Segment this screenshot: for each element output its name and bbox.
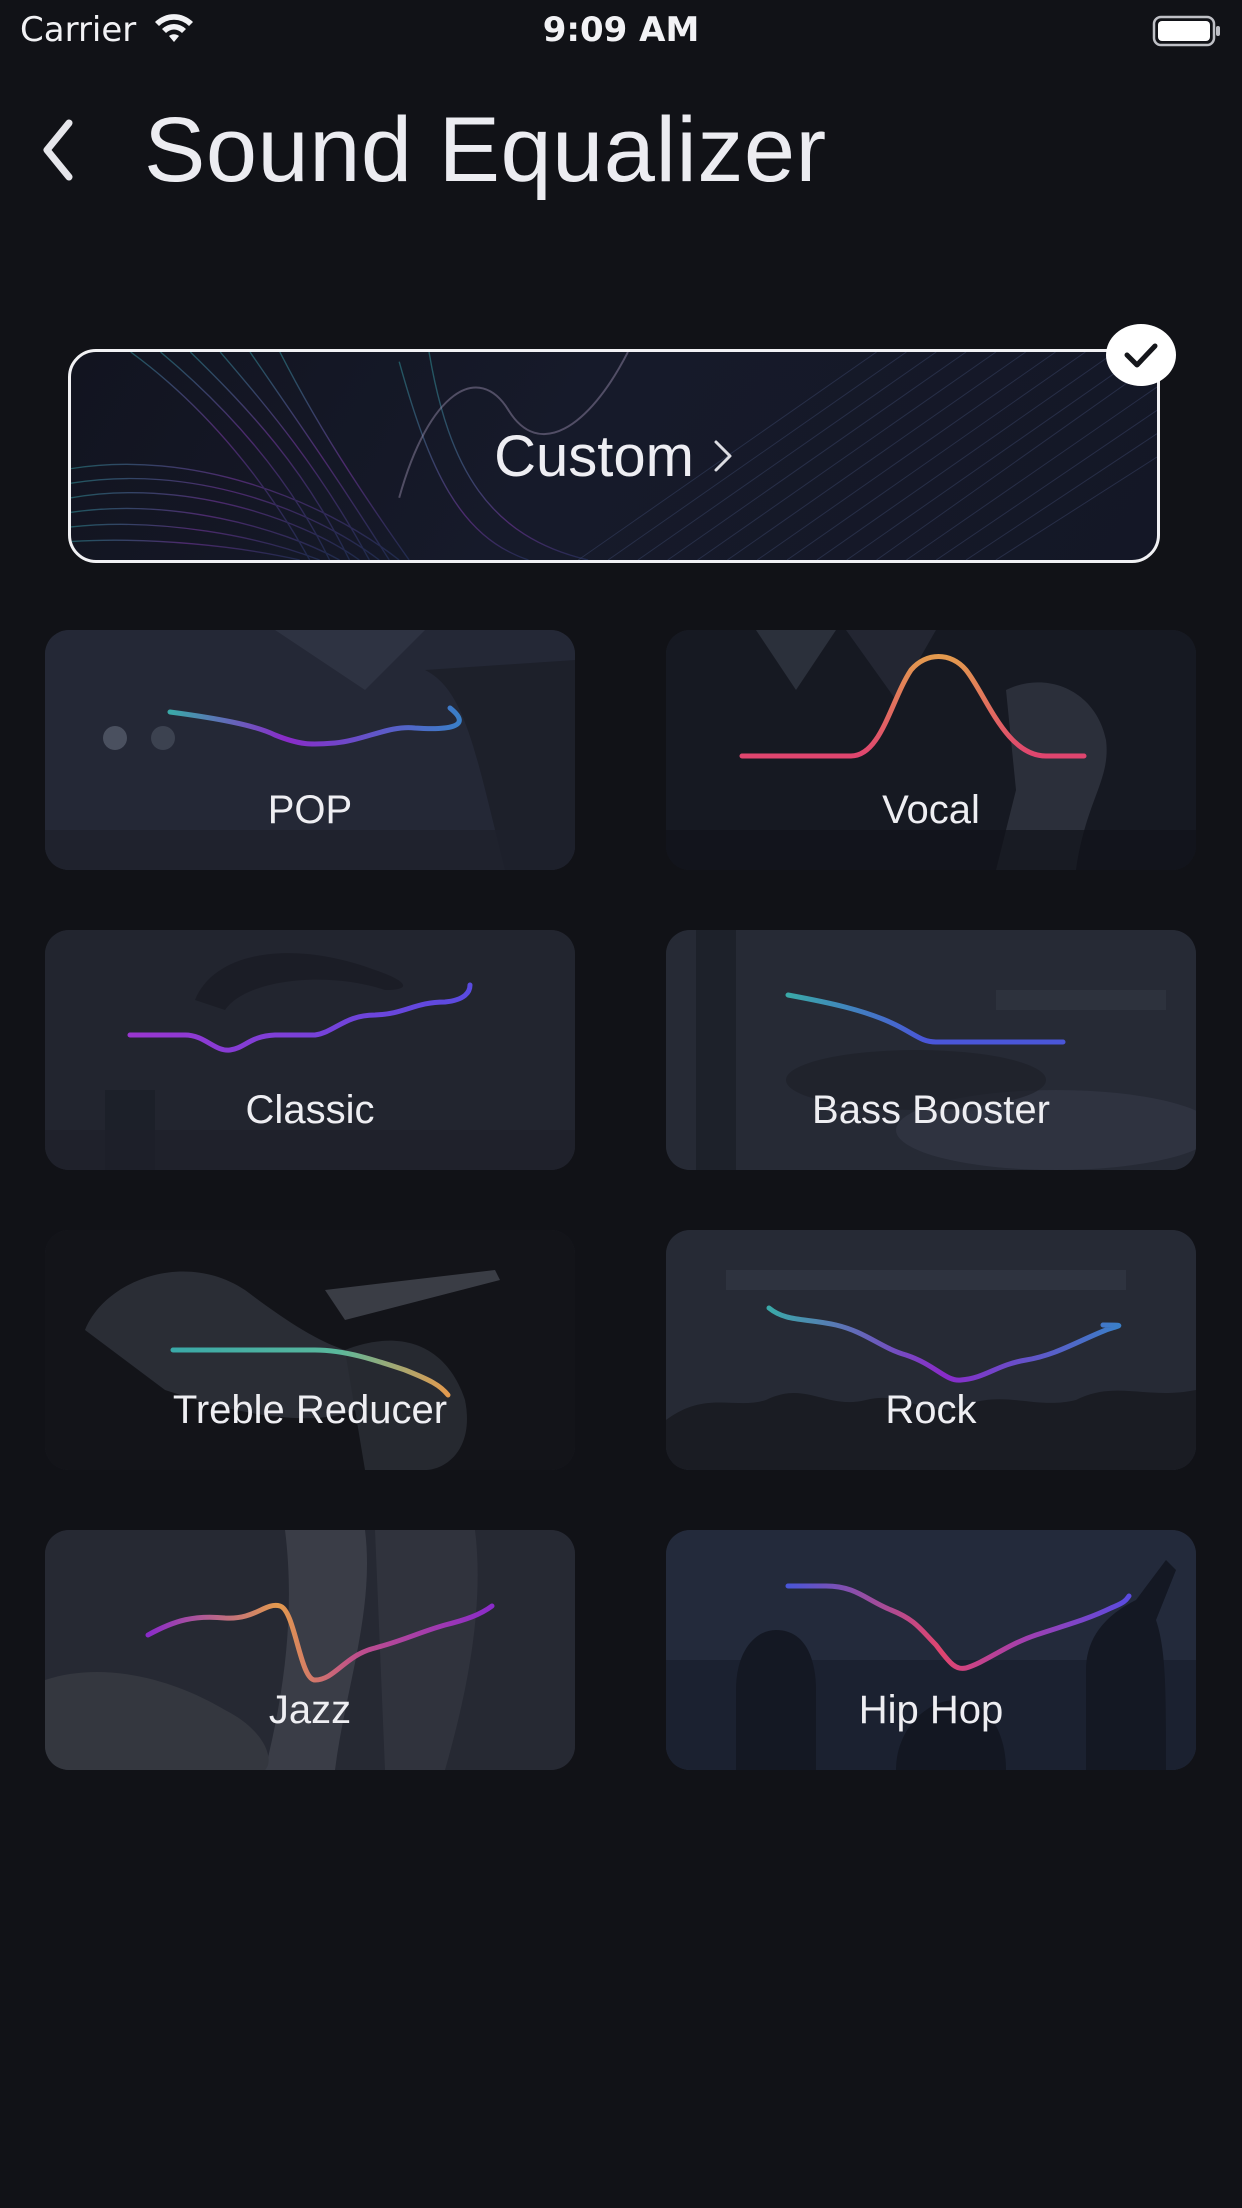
preset-label: Bass Booster (812, 1088, 1050, 1132)
selected-check-badge (1106, 324, 1176, 386)
preset-label: Jazz (268, 1688, 352, 1732)
custom-label-wrap: Custom (71, 352, 1157, 560)
status-bar: Carrier 9:09 AM (0, 0, 1242, 62)
preset-card-hip-hop[interactable]: Hip Hop (666, 1530, 1196, 1770)
preset-label: Treble Reducer (172, 1388, 448, 1432)
custom-label: Custom (494, 423, 694, 489)
pop-eq-curve (167, 705, 462, 747)
preset-label: POP (267, 788, 353, 832)
vocal-eq-curve (739, 654, 1087, 759)
status-time: 9:09 AM (542, 10, 700, 50)
preset-card-classic[interactable]: Classic (45, 930, 575, 1170)
rock-eq-curve (766, 1305, 1122, 1383)
classic-eq-curve (127, 982, 473, 1053)
preset-card-rock[interactable]: Rock (666, 1230, 1196, 1470)
sound-equalizer-screen: Carrier 9:09 AM Sound Equalizer Custom P… (0, 0, 1242, 2208)
preset-card-jazz[interactable]: Jazz (45, 1530, 575, 1770)
preset-card-bass-booster[interactable]: Bass Booster (666, 930, 1196, 1170)
chevron-right-icon (714, 440, 732, 472)
jazz-eq-curve (145, 1602, 495, 1683)
preset-card-pop[interactable]: POP (45, 630, 575, 870)
back-button[interactable] (28, 110, 88, 190)
preset-label: Hip Hop (858, 1688, 1004, 1732)
preset-label: Classic (245, 1088, 375, 1132)
preset-card-vocal[interactable]: Vocal (666, 630, 1196, 870)
preset-card-treble-reducer[interactable]: Treble Reducer (45, 1230, 575, 1470)
preset-label: Vocal (882, 788, 980, 832)
chevron-left-icon (43, 119, 73, 181)
page-title: Sound Equalizer (144, 99, 827, 201)
preset-label: Rock (885, 1388, 977, 1432)
header: Sound Equalizer (0, 90, 1242, 220)
checkmark-icon (1124, 343, 1158, 368)
treble-reducer-eq-curve (170, 1347, 451, 1398)
battery-icon (1152, 15, 1220, 47)
bass-booster-eq-curve (785, 992, 1066, 1045)
custom-preset-card[interactable]: Custom (68, 349, 1160, 563)
hip-hop-eq-curve (785, 1583, 1132, 1671)
